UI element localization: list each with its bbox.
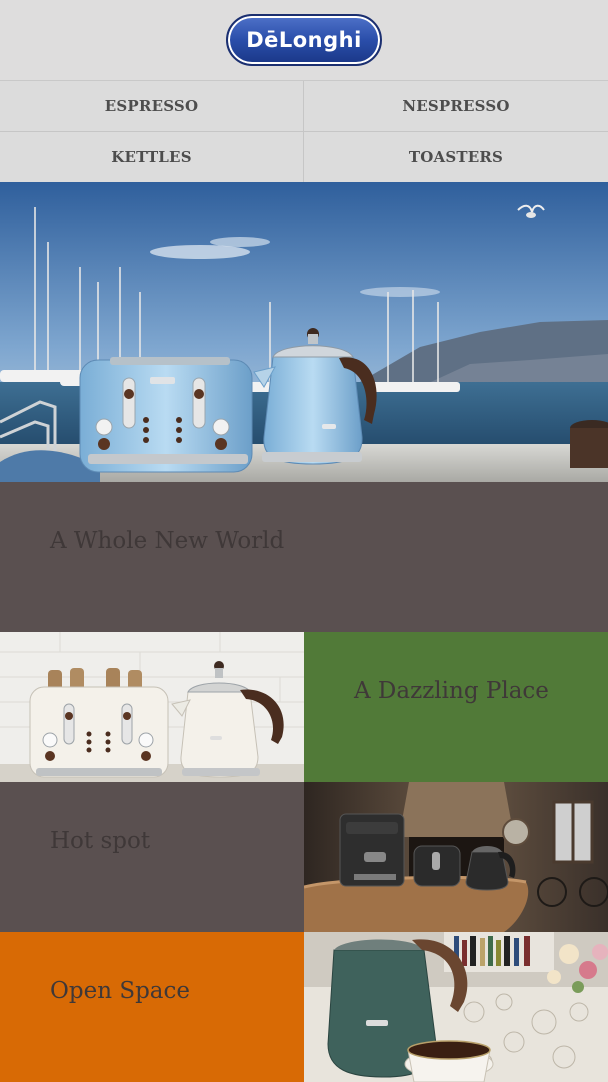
tile-hot-spot[interactable]: Hot spot [0, 782, 304, 932]
logo-text: DēLonghi [246, 28, 362, 52]
nav-item-toasters[interactable]: TOASTERS [304, 132, 608, 182]
tile-dazzling-place[interactable]: A Dazzling Place [304, 632, 608, 782]
tile-title-whole-new-world: A Whole New World [50, 528, 285, 554]
tile-title-open-space: Open Space [50, 978, 190, 1004]
hero-banner-image[interactable] [0, 182, 608, 482]
tile-whole-new-world[interactable]: A Whole New World [0, 482, 608, 632]
tile-title-hot-spot: Hot spot [50, 828, 151, 854]
tile-open-space[interactable]: Open Space [0, 932, 304, 1082]
nav-item-kettles[interactable]: KETTLES [0, 132, 304, 182]
green-kettle-illustration [304, 932, 608, 1082]
nav-item-nespresso[interactable]: NESPRESSO [304, 81, 608, 132]
tile-image-dark-kitchen[interactable] [304, 782, 608, 932]
tile-image-green-kettle[interactable] [304, 932, 608, 1082]
nav-item-espresso[interactable]: ESPRESSO [0, 81, 304, 132]
tile-title-dazzling-place: A Dazzling Place [354, 678, 549, 704]
delonghi-logo[interactable]: DēLonghi [226, 14, 382, 66]
cream-toaster-kettle-illustration [0, 632, 304, 782]
category-nav: ESPRESSO NESPRESSO KETTLES TOASTERS [0, 81, 608, 182]
hero-toaster [79, 357, 253, 473]
site-header: DēLonghi [0, 0, 608, 81]
dark-kitchen-illustration [304, 782, 608, 932]
page: DēLonghi ESPRESSO NESPRESSO KETTLES TOAS… [0, 0, 608, 1082]
hero-harbour-illustration [0, 182, 608, 482]
tile-image-cream-appliances[interactable] [0, 632, 304, 782]
